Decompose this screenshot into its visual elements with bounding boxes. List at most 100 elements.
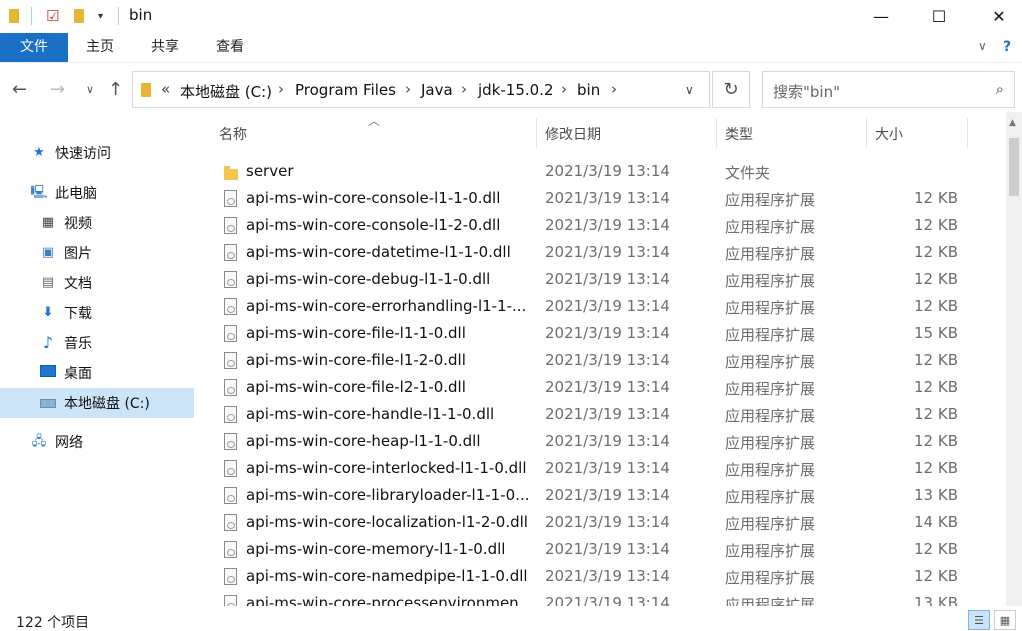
vertical-scrollbar[interactable]: ▲: [1006, 112, 1022, 606]
table-row[interactable]: api-ms-win-core-localization-l1-2-0.dll 2…: [212, 509, 1006, 536]
chevron-right-icon[interactable]: ›: [405, 80, 411, 98]
breadcrumb-item[interactable]: Program Files: [295, 81, 396, 99]
sidebar-item-label: 本地磁盘 (C:): [64, 396, 150, 412]
recent-locations-icon[interactable]: ∨: [86, 83, 94, 96]
help-icon[interactable]: ?: [1003, 39, 1011, 55]
breadcrumb-item[interactable]: bin: [577, 81, 600, 99]
column-divider[interactable]: [536, 118, 537, 148]
table-row[interactable]: api-ms-win-core-libraryloader-l1-1-0... 2…: [212, 482, 1006, 509]
address-bar[interactable]: « 本地磁盘 (C:) › Program Files › Java › jdk…: [132, 71, 710, 108]
sidebar-item-this-pc[interactable]: 🖳 此电脑: [0, 178, 194, 208]
address-row: ← → ∨ ↑ « 本地磁盘 (C:) › Program Files › Ja…: [0, 66, 1022, 112]
dll-file-icon: [224, 379, 237, 396]
search-box[interactable]: 搜索"bin" ⌕: [762, 71, 1015, 108]
table-row[interactable]: server 2021/3/19 13:14 文件夹: [212, 158, 1006, 185]
chevron-down-icon[interactable]: ∨: [685, 83, 694, 97]
sidebar-item-pictures[interactable]: ▣ 图片: [0, 238, 194, 268]
breadcrumb-overflow[interactable]: «: [161, 80, 170, 98]
file-list: server 2021/3/19 13:14 文件夹 api-ms-win-core-…: [212, 158, 1006, 606]
scroll-up-icon[interactable]: ▲: [1009, 118, 1016, 128]
new-folder-icon[interactable]: [74, 6, 84, 26]
search-input[interactable]: 搜索"bin": [773, 81, 840, 102]
table-row[interactable]: api-ms-win-core-errorhandling-l1-1-... 20…: [212, 293, 1006, 320]
file-type: 应用程序扩展: [725, 245, 816, 263]
table-row[interactable]: api-ms-win-core-processenvironmen... 2021…: [212, 590, 1006, 606]
column-header-size[interactable]: 大小: [875, 124, 903, 144]
maximize-icon[interactable]: ☐: [916, 0, 962, 32]
customize-quick-access-icon[interactable]: ▾: [98, 6, 103, 26]
file-date: 2021/3/19 13:14: [545, 270, 670, 288]
file-date: 2021/3/19 13:14: [545, 351, 670, 369]
file-date: 2021/3/19 13:14: [545, 594, 670, 606]
sidebar-item-videos[interactable]: ▦ 视频: [0, 208, 194, 238]
column-divider[interactable]: [967, 118, 968, 148]
tab-view[interactable]: 查看: [206, 33, 254, 62]
sidebar-item-network[interactable]: 🖧 网络: [0, 427, 194, 457]
scrollbar-thumb[interactable]: [1009, 138, 1019, 196]
chevron-right-icon[interactable]: ›: [611, 80, 617, 98]
large-icons-view-icon[interactable]: ▦: [994, 610, 1016, 630]
breadcrumb-item[interactable]: Java: [421, 81, 453, 99]
column-header-type[interactable]: 类型: [725, 124, 753, 144]
table-row[interactable]: api-ms-win-core-console-l1-1-0.dll 2021/3…: [212, 185, 1006, 212]
file-size: 12 KB: [914, 540, 958, 558]
table-row[interactable]: api-ms-win-core-file-l2-1-0.dll 2021/3/19…: [212, 374, 1006, 401]
column-divider[interactable]: [716, 118, 717, 148]
folder-icon: [224, 166, 238, 184]
refresh-icon: ↻: [723, 79, 739, 100]
star-icon: ★: [33, 145, 45, 160]
up-arrow-icon[interactable]: ↑: [108, 79, 123, 100]
table-row[interactable]: api-ms-win-core-heap-l1-1-0.dll 2021/3/19…: [212, 428, 1006, 455]
breadcrumb-item[interactable]: jdk-15.0.2: [478, 81, 554, 99]
file-date: 2021/3/19 13:14: [545, 162, 670, 180]
dll-file-icon: [224, 352, 237, 369]
back-arrow-icon[interactable]: ←: [12, 79, 27, 100]
details-view-icon[interactable]: ☰: [968, 610, 990, 630]
sidebar-item-quick-access[interactable]: ★ 快速访问: [0, 138, 194, 168]
search-icon[interactable]: ⌕: [996, 80, 1004, 98]
table-row[interactable]: api-ms-win-core-debug-l1-1-0.dll 2021/3/1…: [212, 266, 1006, 293]
forward-arrow-icon[interactable]: →: [50, 79, 65, 100]
dll-file-icon: [224, 325, 237, 342]
chevron-down-icon[interactable]: ∨: [978, 39, 987, 53]
sidebar-item-documents[interactable]: ▤ 文档: [0, 268, 194, 298]
sidebar-item-music[interactable]: ♪ 音乐: [0, 328, 194, 358]
sidebar-item-desktop[interactable]: 桌面: [0, 358, 194, 388]
sidebar-item-local-disk[interactable]: 本地磁盘 (C:): [0, 388, 194, 418]
column-header-date[interactable]: 修改日期: [545, 124, 601, 144]
file-name: api-ms-win-core-memory-l1-1-0.dll: [246, 540, 506, 558]
file-name: server: [246, 162, 294, 180]
table-row[interactable]: api-ms-win-core-file-l1-2-0.dll 2021/3/19…: [212, 347, 1006, 374]
tab-home[interactable]: 主页: [76, 33, 124, 62]
chevron-right-icon[interactable]: ›: [561, 80, 567, 98]
table-row[interactable]: api-ms-win-core-console-l1-2-0.dll 2021/3…: [212, 212, 1006, 239]
close-icon[interactable]: ✕: [976, 0, 1022, 32]
table-row[interactable]: api-ms-win-core-handle-l1-1-0.dll 2021/3/…: [212, 401, 1006, 428]
table-row[interactable]: api-ms-win-core-namedpipe-l1-1-0.dll 2021…: [212, 563, 1006, 590]
chevron-right-icon[interactable]: ›: [278, 80, 284, 98]
table-row[interactable]: api-ms-win-core-datetime-l1-1-0.dll 2021/…: [212, 239, 1006, 266]
file-type: 应用程序扩展: [725, 326, 816, 344]
sidebar-item-downloads[interactable]: ⬇ 下载: [0, 298, 194, 328]
sidebar-item-label: 音乐: [64, 336, 92, 352]
column-header-name[interactable]: 名称: [219, 124, 247, 144]
file-date: 2021/3/19 13:14: [545, 324, 670, 342]
file-size: 12 KB: [914, 378, 958, 396]
file-type: 应用程序扩展: [725, 353, 816, 371]
desktop-icon: [39, 365, 57, 381]
video-icon: ▦: [41, 215, 55, 230]
column-divider[interactable]: [866, 118, 867, 148]
table-row[interactable]: api-ms-win-core-file-l1-1-0.dll 2021/3/19…: [212, 320, 1006, 347]
minimize-icon[interactable]: —: [858, 0, 904, 32]
file-date: 2021/3/19 13:14: [545, 405, 670, 423]
file-type: 应用程序扩展: [725, 380, 816, 398]
refresh-button[interactable]: ↻: [712, 71, 750, 108]
file-name: api-ms-win-core-file-l1-2-0.dll: [246, 351, 466, 369]
tab-file[interactable]: 文件: [0, 33, 68, 62]
breadcrumb-item[interactable]: 本地磁盘 (C:): [180, 81, 272, 102]
table-row[interactable]: api-ms-win-core-memory-l1-1-0.dll 2021/3/…: [212, 536, 1006, 563]
tab-share[interactable]: 共享: [141, 33, 189, 62]
properties-icon[interactable]: ☑: [46, 6, 59, 26]
chevron-right-icon[interactable]: ›: [461, 80, 467, 98]
table-row[interactable]: api-ms-win-core-interlocked-l1-1-0.dll 20…: [212, 455, 1006, 482]
